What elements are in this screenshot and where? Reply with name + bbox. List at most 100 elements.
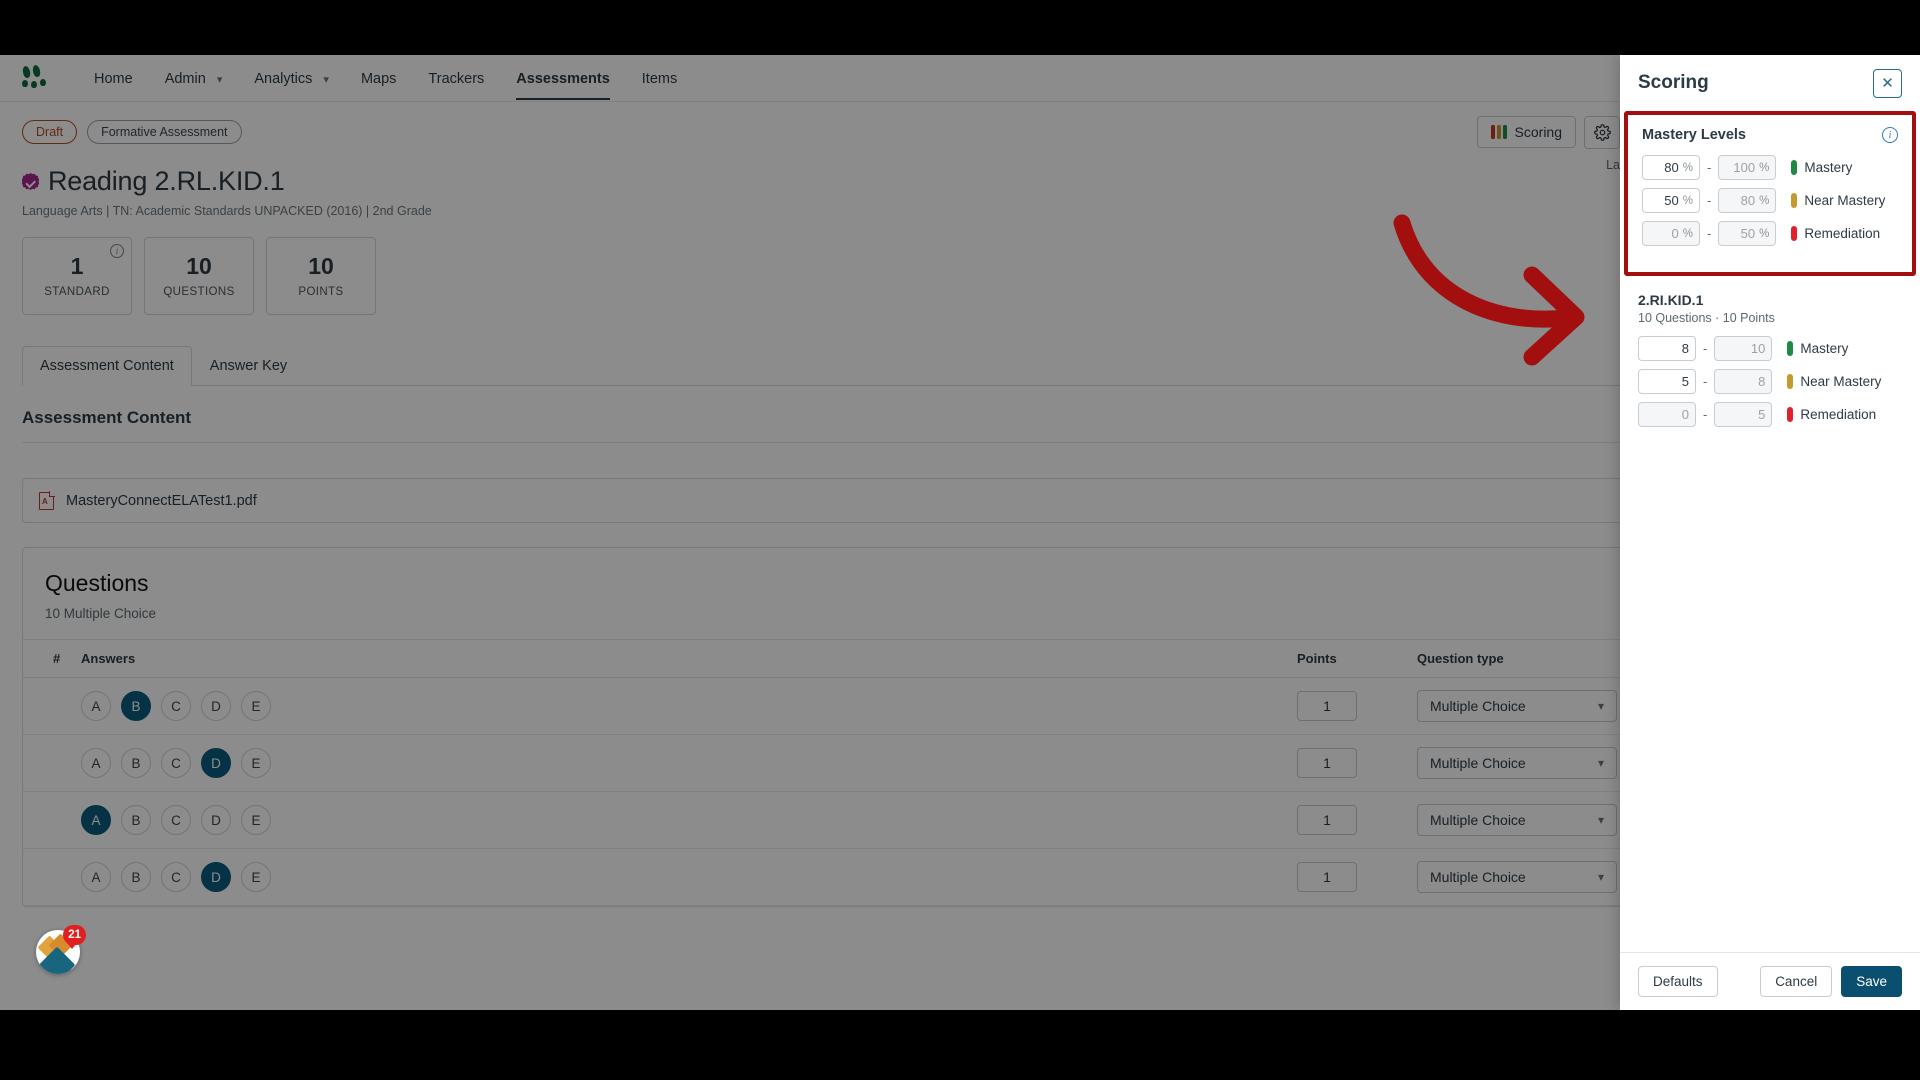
answer-choice-e[interactable]: E <box>241 805 271 835</box>
level-min-value: 5 <box>1681 374 1689 389</box>
answer-choice-d[interactable]: D <box>201 748 231 778</box>
info-icon[interactable]: i <box>110 244 124 258</box>
level-name: Mastery <box>1804 160 1853 175</box>
level-name: Remediation <box>1800 407 1877 422</box>
nav-label: Home <box>94 70 133 87</box>
divider <box>22 442 1898 443</box>
cancel-button[interactable]: Cancel <box>1760 966 1833 997</box>
stat-value: 1 <box>70 252 84 279</box>
mastery-level-row: 50% -80% Near Mastery <box>1642 188 1898 213</box>
status-badge-draft: Draft <box>22 120 78 144</box>
nav-label: Analytics <box>254 70 313 87</box>
drawer-title: Scoring <box>1638 72 1709 93</box>
close-icon[interactable]: ✕ <box>1873 68 1902 98</box>
level-min-input[interactable]: 80% <box>1642 155 1700 180</box>
points-input[interactable]: 1 <box>1297 805 1357 835</box>
nav-label: Assessments <box>516 70 610 87</box>
answer-choice-d[interactable]: D <box>201 862 231 892</box>
level-color-swatch <box>1787 374 1794 389</box>
level-max-input: 100% <box>1718 155 1777 180</box>
save-button[interactable]: Save <box>1841 966 1902 997</box>
answer-choice-b[interactable]: B <box>121 862 151 892</box>
question-type-select[interactable]: Multiple Choice ▾ <box>1417 861 1617 893</box>
level-max-input: 80% <box>1718 188 1777 213</box>
answer-choice-group: ABCDE <box>81 862 1297 892</box>
nav-item-home[interactable]: Home <box>78 57 149 100</box>
nav-item-assessments[interactable]: Assessments <box>500 57 626 100</box>
range-separator: - <box>1707 193 1712 208</box>
points-input[interactable]: 1 <box>1297 748 1357 778</box>
settings-button[interactable] <box>1584 116 1620 149</box>
answer-choice-e[interactable]: E <box>241 691 271 721</box>
unit-label: % <box>1759 227 1770 240</box>
stat-label: QUESTIONS <box>163 285 235 298</box>
question-type-value: Multiple Choice <box>1430 812 1526 828</box>
nav-item-admin[interactable]: Admin ▾ <box>149 57 239 100</box>
column-header-number: # <box>23 640 81 678</box>
level-min-input: 0 <box>1638 402 1696 427</box>
tab-answer-key[interactable]: Answer Key <box>192 346 305 386</box>
level-min-value: 80 <box>1664 160 1679 175</box>
answer-choice-c[interactable]: C <box>161 862 191 892</box>
defaults-button[interactable]: Defaults <box>1638 966 1718 997</box>
answer-choice-e[interactable]: E <box>241 862 271 892</box>
question-type-select[interactable]: Multiple Choice ▾ <box>1417 804 1617 836</box>
questions-title: Questions <box>45 570 149 596</box>
level-min-input[interactable]: 5 <box>1638 369 1696 394</box>
answer-choice-a[interactable]: A <box>81 748 111 778</box>
mastery-level-row: 0- 5 Remediation <box>1638 402 1902 427</box>
nav-item-trackers[interactable]: Trackers <box>412 57 500 100</box>
answer-choice-group: ABCDE <box>81 691 1297 721</box>
points-input[interactable]: 1 <box>1297 862 1357 892</box>
file-name: MasteryConnectELATest1.pdf <box>66 492 257 509</box>
stat-card-standard: i 1 STANDARD <box>22 237 132 315</box>
attached-file-row[interactable]: A MasteryConnectELATest1.pdf <box>22 478 1898 523</box>
table-header-row: # Answers Points Question type Stan <box>23 640 1897 678</box>
question-type-value: Multiple Choice <box>1430 755 1526 771</box>
points-input[interactable]: 1 <box>1297 691 1357 721</box>
answer-choice-group: ABCDE <box>81 805 1297 835</box>
info-icon[interactable]: i <box>1882 127 1898 143</box>
section-heading: Assessment Content <box>22 408 192 427</box>
table-row: 2ABCDE1Multiple Choice▾2. <box>23 734 1897 792</box>
level-min-input[interactable]: 8 <box>1638 336 1696 361</box>
nav-item-analytics[interactable]: Analytics ▾ <box>238 57 345 100</box>
mastery-levels-card: Mastery Levels i 80% -100% Mastery 50% -80% N… <box>1624 111 1916 276</box>
question-type-value: Multiple Choice <box>1430 869 1526 885</box>
help-chat-widget[interactable]: 21 <box>36 925 86 974</box>
question-type-select[interactable]: Multiple Choice ▾ <box>1417 747 1617 779</box>
level-min-input[interactable]: 50% <box>1642 188 1700 213</box>
range-separator: - <box>1703 407 1708 422</box>
questions-table: # Answers Points Question type Stan 1ABC… <box>23 640 1897 906</box>
mastery-level-rows: 80% -100% Mastery 50% -80% Near Mastery 0% -50%… <box>1642 155 1898 246</box>
level-color-swatch <box>1787 341 1794 356</box>
answer-choice-a[interactable]: A <box>81 805 111 835</box>
questions-header: Questions 10 Multiple Choice <box>23 548 1897 640</box>
answer-choice-c[interactable]: C <box>161 805 191 835</box>
nav-label: Admin <box>164 70 206 87</box>
nav-item-maps[interactable]: Maps <box>345 57 412 100</box>
answer-choice-b[interactable]: B <box>121 805 151 835</box>
answer-choice-b[interactable]: B <box>121 748 151 778</box>
scoring-button[interactable]: Scoring <box>1476 116 1576 148</box>
answer-choice-d[interactable]: D <box>201 691 231 721</box>
level-max-value: 100 <box>1733 160 1756 175</box>
answer-choice-b[interactable]: B <box>121 691 151 721</box>
answer-choice-e[interactable]: E <box>241 748 271 778</box>
nav-item-items[interactable]: Items <box>626 57 693 100</box>
answer-choice-a[interactable]: A <box>81 862 111 892</box>
question-type-select[interactable]: Multiple Choice ▾ <box>1417 690 1617 722</box>
answer-choice-group: ABCDE <box>81 748 1297 778</box>
answer-choice-c[interactable]: C <box>161 691 191 721</box>
nav-label: Maps <box>360 70 397 87</box>
answer-choice-c[interactable]: C <box>161 748 191 778</box>
stat-value: 10 <box>186 252 212 279</box>
tab-assessment-content[interactable]: Assessment Content <box>22 346 192 386</box>
drawer-header: Scoring ✕ <box>1620 55 1920 111</box>
mastery-levels-heading: Mastery Levels <box>1642 127 1746 143</box>
masteryconnect-logo-icon[interactable] <box>21 64 52 91</box>
answer-choice-a[interactable]: A <box>81 691 111 721</box>
page-title: Reading 2.RL.KID.1 <box>48 166 285 196</box>
answer-choice-d[interactable]: D <box>201 805 231 835</box>
chevron-down-icon: ▾ <box>1597 813 1604 827</box>
